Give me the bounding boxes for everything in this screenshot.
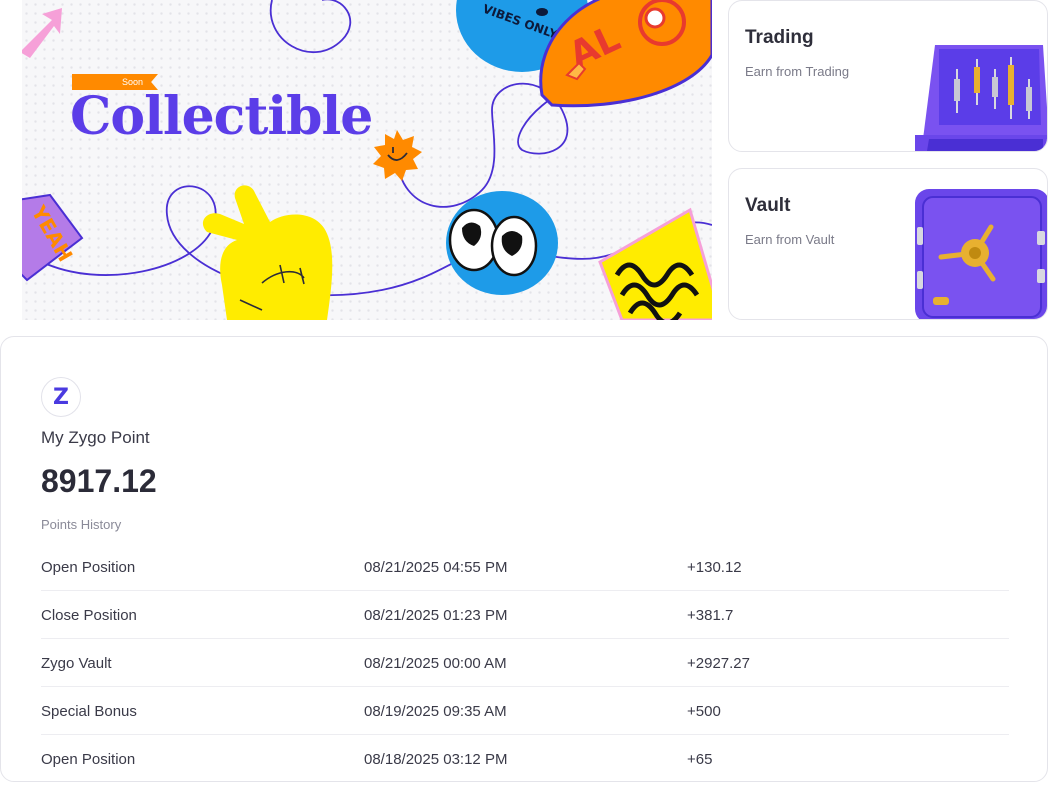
trading-chart-icon — [915, 45, 1047, 151]
collectible-banner[interactable]: VIBES ONLY AL YEAH Soon Collectible — [22, 0, 712, 320]
history-amount: +381.7 — [687, 607, 734, 624]
history-row: Zygo Vault 08/21/2025 00:00 AM +2927.27 — [41, 639, 1009, 687]
history-date: 08/19/2025 09:35 AM — [364, 703, 507, 720]
zygo-logo-icon: Z — [41, 377, 81, 417]
points-label: My Zygo Point — [41, 428, 150, 447]
points-panel: Z My Zygo Point 8917.12 Points History O… — [0, 336, 1048, 782]
points-history-label: Points History — [41, 517, 122, 532]
history-date: 08/21/2025 01:23 PM — [364, 607, 508, 624]
history-row: Open Position 08/18/2025 03:12 PM +65 — [41, 735, 1009, 783]
history-date: 08/21/2025 00:00 AM — [364, 655, 507, 672]
vault-card-subtitle: Earn from Vault — [745, 232, 835, 247]
trading-card-title: Trading — [745, 27, 814, 48]
history-type: Close Position — [41, 607, 137, 624]
banner-title: Collectible — [70, 86, 373, 147]
history-type: Zygo Vault — [41, 655, 112, 672]
history-type: Open Position — [41, 751, 136, 768]
points-value: 8917.12 — [41, 463, 157, 499]
points-history-list: Open Position 08/21/2025 04:55 PM +130.1… — [41, 543, 1009, 783]
history-amount: +130.12 — [687, 559, 742, 576]
history-date: 08/21/2025 04:55 PM — [364, 559, 508, 576]
history-row: Special Bonus 08/19/2025 09:35 AM +500 — [41, 687, 1009, 735]
vault-card[interactable]: Vault Earn from Vault — [728, 168, 1048, 320]
vault-safe-icon — [915, 189, 1047, 319]
googly-eyes-sticker-icon — [446, 191, 558, 295]
vault-card-title: Vault — [745, 195, 791, 216]
pink-arrow-icon — [22, 8, 62, 58]
history-type: Open Position — [41, 559, 136, 576]
trading-card[interactable]: Trading Earn from Trading — [728, 0, 1048, 152]
yeah-sticker-icon: YEAH — [22, 193, 84, 282]
banner-illustration: VIBES ONLY AL YEAH — [22, 0, 712, 320]
history-type: Special Bonus — [41, 703, 137, 720]
history-row: Close Position 08/21/2025 01:23 PM +381.… — [41, 591, 1009, 639]
sun-sticker-icon — [373, 130, 422, 181]
history-amount: +65 — [687, 751, 713, 768]
pattern-sticker-icon — [598, 207, 712, 320]
history-amount: +2927.27 — [687, 655, 750, 672]
peace-hand-sticker-icon — [202, 185, 333, 320]
trading-card-subtitle: Earn from Trading — [745, 64, 850, 79]
history-row: Open Position 08/21/2025 04:55 PM +130.1… — [41, 543, 1009, 591]
history-date: 08/18/2025 03:12 PM — [364, 751, 508, 768]
history-amount: +500 — [687, 703, 721, 720]
